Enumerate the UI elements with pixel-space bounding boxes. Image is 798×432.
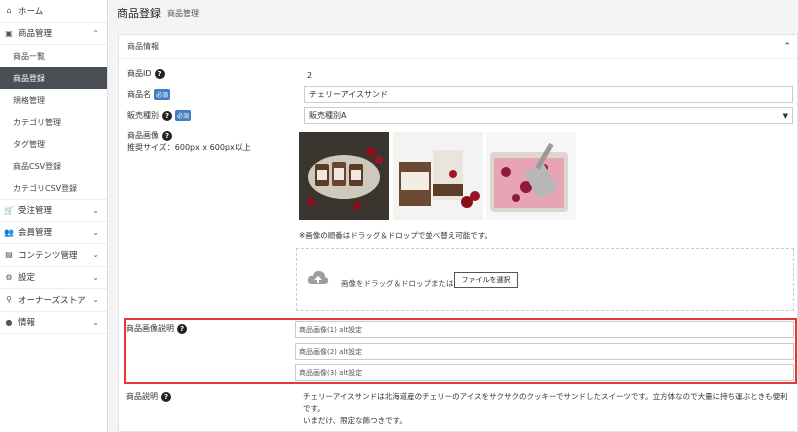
help-icon[interactable]: ? [162, 110, 172, 121]
nav-info[interactable]: ● 情報 ⌄ [0, 312, 107, 334]
chevron-down-icon: ⌄ [92, 250, 99, 260]
sidebar-item-category-mgmt[interactable]: カテゴリ管理 [0, 111, 107, 133]
help-icon[interactable]: ? [162, 130, 172, 141]
description-textarea[interactable]: チェリーアイスサンドは北海道産のチェリーのアイスをサクサクのクッキーでサンドした… [303, 391, 794, 427]
file-icon: ▤ [5, 250, 13, 260]
description-label-text: 商品説明 [126, 392, 158, 401]
image-drop-zone[interactable]: 画像をドラッグ＆ドロップまたは ファイルを選択 [296, 248, 794, 311]
image-alt-input-2[interactable]: 商品画像(2) alt設定 [295, 343, 794, 360]
help-icon[interactable]: ? [161, 391, 171, 402]
gear-icon: ⚙ [5, 272, 13, 282]
nav-home[interactable]: ⌂ ホーム [0, 0, 107, 23]
image-size-hint: 推奨サイズ：600px x 600px以上 [127, 143, 251, 152]
sales-type-label-text: 販売種別 [127, 111, 159, 120]
chevron-down-icon: ⌄ [92, 205, 99, 215]
description-label: 商品説明 ? [126, 391, 171, 402]
plug-icon: ⚲ [6, 295, 12, 305]
nav-product-mgmt[interactable]: ▣ 商品管理 ⌃ [0, 23, 107, 45]
product-image-label: 商品画像 ? [127, 130, 172, 141]
nav-owners-store-label: オーナーズストア [18, 295, 86, 306]
sidebar-item-product-csv[interactable]: 商品CSV登録 [0, 155, 107, 177]
nav-home-label: ホーム [18, 6, 44, 17]
product-image-1[interactable] [299, 132, 389, 220]
sidebar-item-tag-mgmt[interactable]: タグ管理 [0, 133, 107, 155]
nav-member-mgmt-label: 会員管理 [18, 228, 53, 239]
chevron-up-icon[interactable]: ⌃ [783, 42, 791, 52]
page-header: 商品登録 商品管理 [108, 0, 798, 26]
chevron-down-icon: ⌄ [92, 295, 99, 305]
nav-settings[interactable]: ⚙ 設定 ⌄ [0, 267, 107, 289]
chevron-down-icon: ▼ [782, 111, 788, 120]
card-title: 商品情報 [127, 42, 159, 51]
sales-type-label: 販売種別 ? 必須 [127, 110, 192, 121]
product-id-label: 商品ID ? [127, 68, 165, 79]
sidebar-item-spec-mgmt[interactable]: 規格管理 [0, 89, 107, 111]
product-image-3[interactable] [486, 132, 576, 220]
sales-type-select[interactable]: 販売種別A ▼ [304, 107, 793, 124]
main-content: 商品登録 商品管理 商品情報 ⌃ 商品ID ? 2 商品名 必須 チェリーアイス… [108, 0, 798, 432]
chevron-down-icon: ⌄ [92, 317, 99, 327]
users-icon: 👥 [4, 227, 14, 237]
drag-reorder-hint: ※画像の順番はドラッグ＆ドロップで並べ替え可能です。 [299, 231, 493, 240]
product-name-label-text: 商品名 [127, 90, 151, 99]
home-icon: ⌂ [6, 6, 12, 16]
image-alt-label: 商品画像説明 ? [126, 323, 187, 334]
nav-content-mgmt[interactable]: ▤ コンテンツ管理 ⌄ [0, 244, 107, 267]
drop-zone-text: 画像をドラッグ＆ドロップまたは [341, 279, 454, 288]
description-line-1: チェリーアイスサンドは北海道産のチェリーのアイスをサクサクのクッキーでサンドした… [303, 392, 788, 413]
product-image-label-text: 商品画像 [127, 131, 159, 140]
chevron-down-icon: ⌄ [92, 272, 99, 282]
required-badge: 必須 [154, 89, 171, 100]
card-header[interactable]: 商品情報 ⌃ [119, 35, 797, 59]
product-id-label-text: 商品ID [127, 69, 152, 78]
sidebar-item-product-register[interactable]: 商品登録 [0, 67, 107, 89]
sidebar-item-product-list[interactable]: 商品一覧 [0, 45, 107, 67]
sales-type-value: 販売種別A [309, 111, 347, 120]
help-icon[interactable]: ? [177, 323, 187, 334]
cube-icon: ▣ [5, 28, 13, 38]
nav-settings-label: 設定 [18, 273, 36, 284]
breadcrumb: 商品管理 [167, 8, 199, 18]
nav-product-mgmt-label: 商品管理 [18, 29, 53, 40]
file-select-button[interactable]: ファイルを選択 [454, 272, 518, 288]
nav-member-mgmt[interactable]: 👥 会員管理 ⌄ [0, 222, 107, 244]
sidebar: ⌂ ホーム ▣ 商品管理 ⌃ 商品一覧 商品登録 規格管理 カテゴリ管理 タグ管… [0, 0, 108, 432]
product-name-label: 商品名 必須 [127, 89, 171, 100]
description-line-2: いまだけ、限定な飾つきです。 [303, 416, 407, 425]
chevron-up-icon: ⌃ [92, 28, 99, 38]
nav-owners-store[interactable]: ⚲ オーナーズストア ⌄ [0, 289, 107, 312]
page-title: 商品登録 [117, 7, 161, 20]
product-name-input[interactable]: チェリーアイスサンド [304, 86, 793, 103]
required-badge: 必須 [175, 110, 192, 121]
nav-content-mgmt-label: コンテンツ管理 [18, 250, 78, 261]
image-alt-input-1[interactable]: 商品画像(1) alt設定 [295, 321, 794, 338]
nav-order-mgmt[interactable]: 🛒 受注管理 ⌄ [0, 199, 107, 222]
image-alt-label-text: 商品画像説明 [126, 324, 174, 333]
chevron-down-icon: ⌄ [92, 227, 99, 237]
info-icon: ● [5, 317, 13, 327]
image-alt-input-3[interactable]: 商品画像(3) alt設定 [295, 364, 794, 381]
cloud-upload-icon [307, 270, 329, 284]
product-id-value: 2 [307, 71, 313, 80]
help-icon[interactable]: ? [154, 68, 165, 79]
nav-order-mgmt-label: 受注管理 [18, 206, 53, 217]
cart-icon: 🛒 [4, 205, 14, 215]
sidebar-item-category-csv[interactable]: カテゴリCSV登録 [0, 177, 107, 199]
nav-info-label: 情報 [18, 318, 36, 329]
product-image-2[interactable] [393, 132, 483, 220]
